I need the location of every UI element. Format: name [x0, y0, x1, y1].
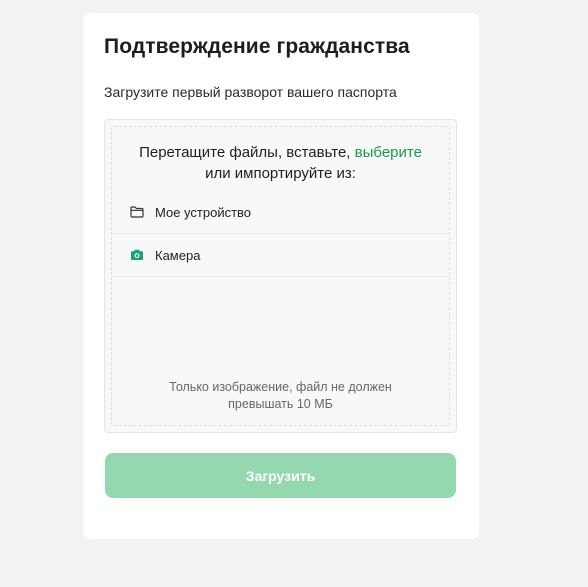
source-my-device[interactable]: Мое устройство [112, 191, 449, 234]
dropzone-dashed-area[interactable]: Перетащите файлы, вставьте, выберите или… [111, 126, 450, 426]
note-line-2: превышать 10 МБ [228, 397, 333, 411]
dropzone-heading: Перетащите файлы, вставьте, выберите или… [112, 142, 449, 184]
file-restriction-note: Только изображение, файл не должен превы… [112, 379, 449, 413]
file-dropzone[interactable]: Перетащите файлы, вставьте, выберите или… [104, 119, 457, 433]
dropzone-heading-prefix: Перетащите файлы, вставьте, [139, 144, 355, 161]
camera-icon [129, 248, 145, 262]
dropzone-heading-line2: или импортируйте из: [205, 165, 356, 182]
source-camera-label: Камера [155, 247, 201, 263]
source-my-device-label: Мое устройство [155, 204, 252, 220]
source-camera[interactable]: Камера [112, 234, 449, 277]
browse-files-link[interactable]: выберите [355, 144, 422, 161]
card-title: Подтверждение гражданства [104, 35, 410, 58]
card-subtitle: Загрузите первый разворот вашего паспорт… [104, 84, 397, 100]
import-source-list: Мое устройство Камера [112, 191, 449, 277]
upload-button[interactable]: Загрузить [105, 453, 456, 498]
verification-card: Подтверждение гражданства Загрузите перв… [83, 13, 479, 539]
folder-icon [129, 205, 145, 219]
note-line-1: Только изображение, файл не должен [169, 380, 392, 394]
